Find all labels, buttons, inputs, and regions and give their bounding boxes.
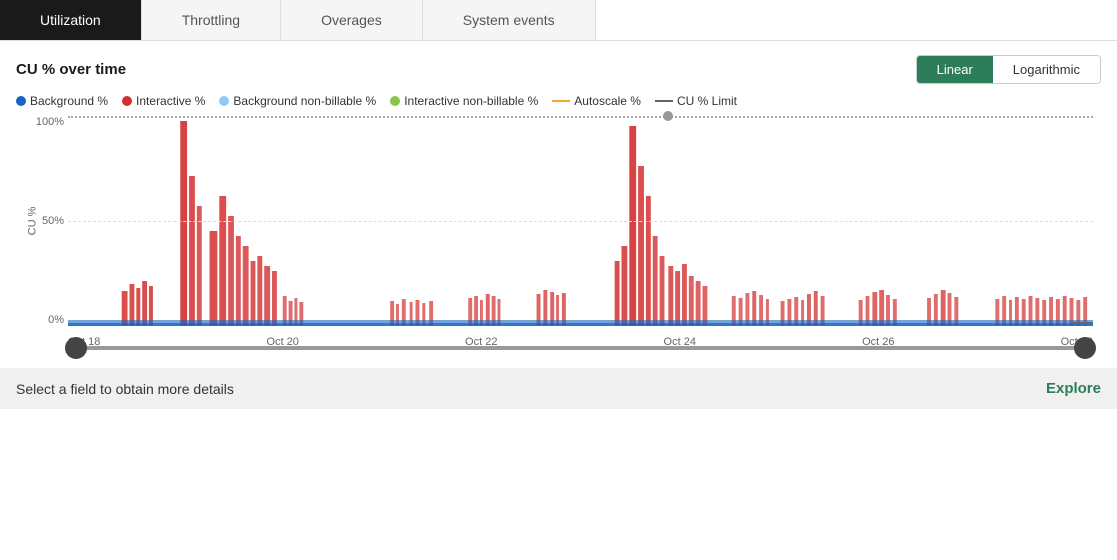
- bottom-bar-text: Select a field to obtain more details: [16, 381, 234, 397]
- grid-line-100: [68, 116, 1093, 118]
- tab-overages[interactable]: Overages: [281, 0, 423, 40]
- tab-utilization[interactable]: Utilization: [0, 0, 142, 40]
- grid-line-50: [68, 221, 1093, 222]
- slider-thumb-right[interactable]: [1074, 337, 1096, 359]
- y-tick-100: 100%: [36, 116, 64, 128]
- legend-interactive-nonbillable: Interactive non-billable %: [390, 94, 538, 108]
- legend-dot-interactive-nonbillable: [390, 96, 400, 106]
- legend-bg-nonbillable: Background non-billable %: [219, 94, 376, 108]
- legend-line-cu-limit: [655, 100, 673, 102]
- tab-throttling[interactable]: Throttling: [142, 0, 281, 40]
- scale-toggle: Linear Logarithmic: [916, 55, 1101, 84]
- time-range-slider[interactable]: [76, 334, 1085, 362]
- background-line: [68, 323, 1093, 326]
- legend-dot-background: [16, 96, 26, 106]
- legend-interactive: Interactive %: [122, 94, 205, 108]
- legend-label-bg-nonbillable: Background non-billable %: [233, 94, 376, 108]
- slider-fill: [76, 346, 1085, 350]
- explore-button[interactable]: Explore: [1046, 380, 1101, 397]
- chart-legend: Background % Interactive % Background no…: [16, 94, 1101, 108]
- slider-thumb-left[interactable]: [65, 337, 87, 359]
- legend-dot-interactive: [122, 96, 132, 106]
- threshold-marker: [663, 111, 673, 121]
- legend-label-interactive: Interactive %: [136, 94, 205, 108]
- legend-background: Background %: [16, 94, 108, 108]
- cu-limit-line-end: [1071, 322, 1093, 324]
- tab-bar: Utilization Throttling Overages System e…: [0, 0, 1117, 41]
- scale-linear-button[interactable]: Linear: [917, 56, 993, 83]
- legend-label-interactive-nonbillable: Interactive non-billable %: [404, 94, 538, 108]
- chart-section: CU % over time Linear Logarithmic Backgr…: [0, 41, 1117, 362]
- legend-autoscale: Autoscale %: [552, 94, 641, 108]
- chart-header: CU % over time Linear Logarithmic: [16, 55, 1101, 84]
- tab-system-events[interactable]: System events: [423, 0, 596, 40]
- legend-label-cu-limit: CU % Limit: [677, 94, 737, 108]
- scale-logarithmic-button[interactable]: Logarithmic: [993, 56, 1100, 83]
- bottom-bar: Select a field to obtain more details Ex…: [0, 368, 1117, 409]
- legend-dot-bg-nonbillable: [219, 96, 229, 106]
- y-tick-50: 50%: [42, 215, 64, 227]
- slider-track: [76, 346, 1085, 350]
- legend-line-autoscale: [552, 100, 570, 102]
- y-tick-0: 0%: [48, 314, 64, 326]
- legend-label-autoscale: Autoscale %: [574, 94, 641, 108]
- chart-title: CU % over time: [16, 61, 126, 78]
- legend-label-background: Background %: [30, 94, 108, 108]
- legend-cu-limit: CU % Limit: [655, 94, 737, 108]
